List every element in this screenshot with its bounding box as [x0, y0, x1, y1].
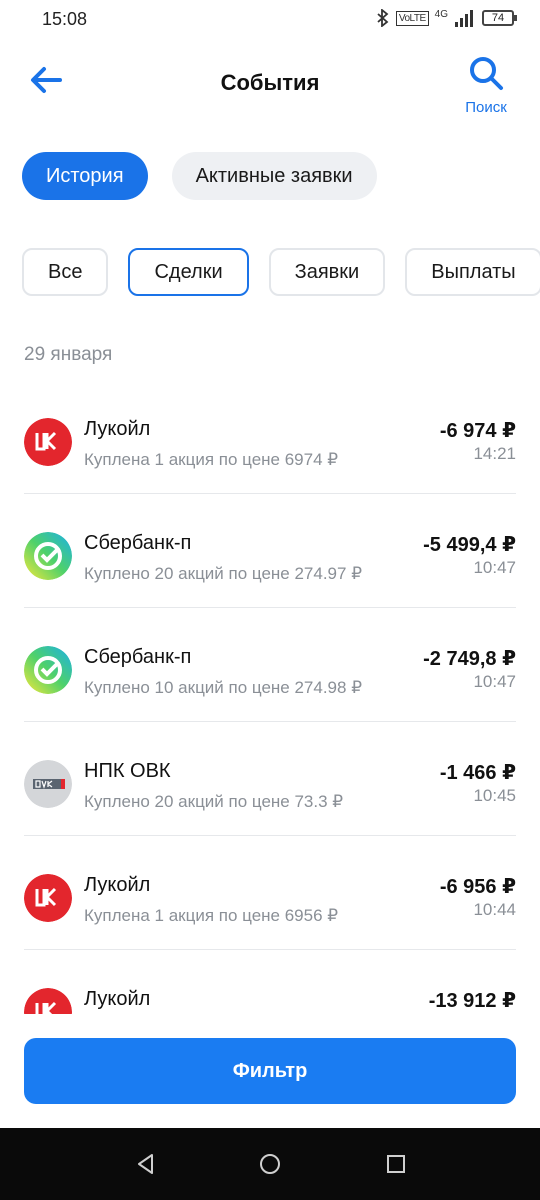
event-row[interactable]: Лукойл -13 912 ₽: [24, 950, 516, 1014]
event-amount: -5 499,4 ₽: [423, 534, 516, 556]
filter-button[interactable]: Фильтр: [24, 1038, 516, 1104]
status-icons: VoLTE 4G 74: [376, 8, 517, 27]
lukoil-logo: [24, 874, 72, 922]
bluetooth-icon: [377, 9, 389, 27]
chip-orders[interactable]: Заявки: [268, 248, 386, 296]
chip-deals[interactable]: Сделки: [128, 248, 249, 296]
status-time: 15:08: [42, 9, 88, 29]
event-time: 14:21: [473, 444, 516, 463]
search-icon: [470, 57, 503, 90]
event-time: 10:47: [473, 672, 516, 691]
events-list[interactable]: Лукойл Куплена 1 акция по цене 6974 ₽ -6…: [24, 380, 516, 1014]
tab-active-orders[interactable]: Активные заявки: [171, 152, 377, 200]
event-description: Куплена 1 акция по цене 6956 ₽: [84, 906, 339, 925]
tab-bar: История Активные заявки: [22, 152, 377, 200]
nav-recents-icon[interactable]: [384, 1152, 408, 1176]
event-time: 10:45: [473, 786, 516, 805]
event-time: 10:44: [473, 900, 516, 919]
battery-level: 74: [491, 12, 505, 24]
event-time: 10:47: [473, 558, 516, 577]
event-amount: -13 912 ₽: [428, 990, 516, 1012]
nav-back-icon[interactable]: [134, 1152, 158, 1176]
event-name: Лукойл: [84, 988, 151, 1010]
event-name: Сбербанк-п: [84, 646, 192, 668]
tab-history[interactable]: История: [22, 152, 148, 200]
ovk-logo: [24, 760, 72, 808]
chip-payouts[interactable]: Выплаты: [405, 248, 540, 296]
chip-all[interactable]: Все: [22, 248, 109, 296]
network-type: 4G: [434, 8, 448, 20]
lukoil-logo: [24, 988, 72, 1014]
event-row[interactable]: Лукойл Куплена 1 акция по цене 6974 ₽ -6…: [24, 380, 516, 494]
signal-icon: [455, 10, 473, 27]
search-button[interactable]: Поиск: [456, 54, 516, 124]
header: События Поиск: [0, 40, 540, 130]
lukoil-logo: [24, 418, 72, 466]
nav-home-icon[interactable]: [258, 1152, 282, 1176]
event-amount: -1 466 ₽: [439, 762, 516, 784]
event-row[interactable]: Сбербанк-п Куплено 20 акций по цене 274.…: [24, 494, 516, 608]
status-bar: 15:08 VoLTE 4G 74: [0, 0, 540, 40]
event-amount: -6 974 ₽: [439, 420, 516, 442]
event-description: Куплено 10 акций по цене 274.98 ₽: [84, 678, 363, 697]
event-row[interactable]: НПК ОВК Куплено 20 акций по цене 73.3 ₽ …: [24, 722, 516, 836]
battery-icon: 74: [482, 10, 517, 26]
event-amount: -6 956 ₽: [439, 876, 516, 898]
event-name: Сбербанк-п: [84, 532, 192, 554]
sber-logo: [24, 646, 72, 694]
volte-indicator: VoLTE: [395, 10, 429, 26]
event-name: Лукойл: [84, 418, 151, 440]
event-name: Лукойл: [84, 874, 151, 896]
event-description: Куплено 20 акций по цене 73.3 ₽: [84, 792, 344, 811]
event-description: Куплена 1 акция по цене 6974 ₽: [84, 450, 339, 469]
event-amount: -2 749,8 ₽: [423, 648, 516, 670]
filter-chips: Все Сделки Заявки Выплаты: [22, 248, 540, 296]
event-row[interactable]: Сбербанк-п Куплено 10 акций по цене 274.…: [24, 608, 516, 722]
search-label: Поиск: [465, 99, 507, 116]
event-row[interactable]: Лукойл Куплена 1 акция по цене 6956 ₽ -6…: [24, 836, 516, 950]
event-name: НПК ОВК: [84, 760, 171, 782]
event-description: Куплено 20 акций по цене 274.97 ₽: [84, 564, 363, 583]
sber-logo: [24, 532, 72, 580]
system-nav-bar: [0, 1128, 540, 1200]
date-header: 29 января: [24, 344, 113, 365]
